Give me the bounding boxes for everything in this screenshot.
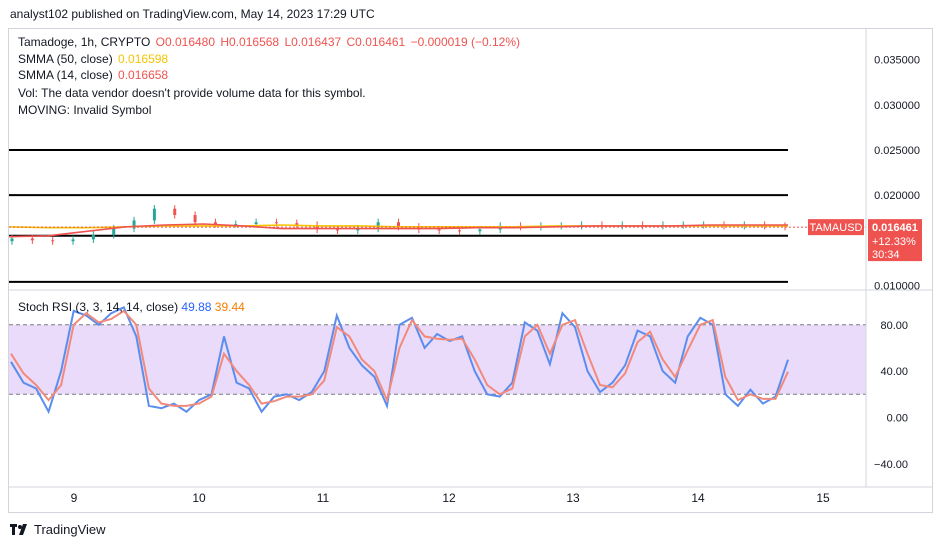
candle-body <box>91 234 95 240</box>
stoch-tick-label: −40.00 <box>874 459 908 471</box>
candle-body <box>51 240 55 242</box>
candle-body <box>335 229 339 231</box>
legend-sma50-label: SMMA (50, close) <box>18 52 113 66</box>
candle-body <box>30 238 34 241</box>
time-tick-label: 12 <box>442 491 456 505</box>
legend-symbol: Tamadoge, 1h, CRYPTO <box>18 35 151 49</box>
legend-sma14-value: 0.016658 <box>118 68 169 82</box>
stoch-k-value: 49.88 <box>181 300 212 314</box>
ticker-badge-label: TAMAUSD <box>810 222 863 234</box>
time-tick-label: 14 <box>691 491 705 505</box>
price-badge-change: +12.33% <box>872 236 916 248</box>
stoch-rsi-pane <box>9 306 866 415</box>
candle-body <box>458 230 462 232</box>
candle-body <box>437 229 441 231</box>
legend-ohlc: Tamadoge, 1h, CRYPTO O0.016480 H0.016568… <box>18 35 522 49</box>
candle-body <box>478 229 482 232</box>
legend-open: O0.016480 <box>155 35 216 49</box>
legend-moving-note: MOVING: Invalid Symbol <box>18 103 152 117</box>
candle-body <box>193 215 197 223</box>
price-tick-label: 0.035000 <box>874 55 920 67</box>
stoch-legend: Stoch RSI (3, 3, 14, 14, close) 49.88 39… <box>18 300 245 314</box>
candle-body <box>112 228 116 235</box>
stoch-d-value: 39.44 <box>214 300 245 314</box>
stoch-tick-label: 40.00 <box>880 366 908 378</box>
candles <box>10 205 787 245</box>
footer: TradingView <box>10 522 106 537</box>
stoch-tick-label: 0.00 <box>887 412 908 424</box>
legend-close: C0.016461 <box>346 35 406 49</box>
stoch-tick-label: 80.00 <box>880 320 908 332</box>
candle-body <box>254 222 258 225</box>
legend-vol-note: Vol: The data vendor doesn't provide vol… <box>18 86 366 100</box>
time-tick-label: 11 <box>317 491 330 505</box>
candle-body <box>376 222 380 229</box>
price-tick-label: 0.010000 <box>874 280 920 292</box>
price-badge-countdown: 30:34 <box>872 249 900 261</box>
price-tick-label: 0.030000 <box>874 100 920 112</box>
stoch-label: Stoch RSI (3, 3, 14, 14, close) <box>18 300 179 314</box>
time-tick-label: 9 <box>71 491 78 505</box>
legend-high: H0.016568 <box>220 35 280 49</box>
candle-body <box>152 208 156 221</box>
time-tick-label: 10 <box>192 491 206 505</box>
candle-body <box>10 238 14 242</box>
footer-brand: TradingView <box>34 522 106 537</box>
candle-body <box>274 222 278 224</box>
horizontal-levels <box>9 148 788 283</box>
legend-sma50: SMMA (50, close) 0.016598 <box>18 52 170 66</box>
time-tick-label: 15 <box>816 491 830 505</box>
price-tick-label: 0.020000 <box>874 190 920 202</box>
legend-sma50-value: 0.016598 <box>118 52 169 66</box>
price-chart[interactable]: 0.0350000.0300000.0250000.0200000.015000… <box>0 0 941 548</box>
legend-low: L0.016437 <box>284 35 342 49</box>
candle-body <box>173 208 177 216</box>
tradingview-logo-icon <box>10 523 27 535</box>
price-badge-price: 0.016461 <box>872 222 918 234</box>
time-tick-label: 13 <box>566 491 580 505</box>
candle-body <box>71 239 75 242</box>
price-tick-label: 0.025000 <box>874 145 920 157</box>
legend-sma14-label: SMMA (14, close) <box>18 68 113 82</box>
legend-sma14: SMMA (14, close) 0.016658 <box>18 68 170 82</box>
legend-change: −0.000019 (−0.12%) <box>410 35 520 49</box>
